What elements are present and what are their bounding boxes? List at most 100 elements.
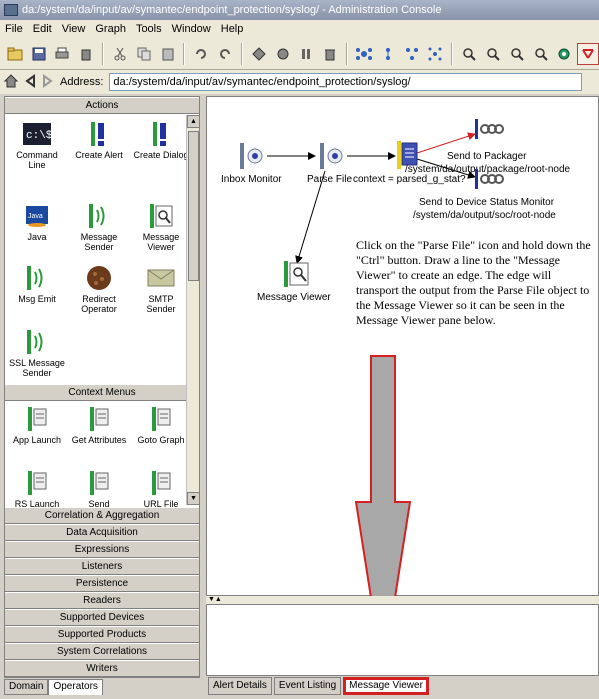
menu-file[interactable]: File <box>0 23 28 35</box>
category-persistence[interactable]: Persistence <box>5 575 199 592</box>
delete-icon[interactable] <box>75 43 97 65</box>
copy-icon[interactable] <box>133 43 155 65</box>
inbox-monitor-icon <box>240 143 263 169</box>
node-parse-file[interactable] <box>319 143 345 172</box>
menu-tools[interactable]: Tools <box>131 23 167 35</box>
node-send-to-device-label: Send to Device Status Monitor <box>419 197 555 208</box>
scroll-thumb[interactable] <box>188 131 199 281</box>
window-title: da:/system/da/input/av/symantec/endpoint… <box>22 4 442 16</box>
palette-item-create-alert[interactable]: Create Alert <box>71 120 127 160</box>
palette-item-label: SMTP Sender <box>146 294 176 314</box>
camera-icon[interactable] <box>553 43 575 65</box>
palette-item-smtp-sender[interactable]: SMTP Sender <box>133 264 189 314</box>
app-launch-icon <box>23 405 51 433</box>
message-viewer-icon <box>147 202 175 230</box>
menu-bar: File Edit View Graph Tools Window Help <box>0 20 599 38</box>
sender-chain-icon <box>475 169 504 189</box>
back-icon[interactable] <box>24 73 36 91</box>
tab-event-listing[interactable]: Event Listing <box>273 677 342 695</box>
rs-launch-icon <box>23 469 51 497</box>
graph-icon[interactable] <box>401 43 423 65</box>
zoom-reset-icon[interactable] <box>530 43 552 65</box>
network-icon[interactable] <box>353 43 375 65</box>
zoom-in-icon[interactable] <box>458 43 480 65</box>
node-send-to-device-status-monitor[interactable] <box>475 169 505 192</box>
print-icon[interactable] <box>52 43 74 65</box>
toolbar-separator <box>241 42 244 65</box>
node-message-viewer-label: Message Viewer <box>257 292 331 303</box>
palette-item-msg-emit[interactable]: Msg Emit <box>9 264 65 304</box>
save-icon[interactable] <box>28 43 50 65</box>
category-supported-products[interactable]: Supported Products <box>5 626 199 643</box>
palette-scrollbar[interactable]: ▲ ▼ <box>186 115 200 505</box>
scroll-up-icon[interactable]: ▲ <box>187 115 200 128</box>
palette-item-ssl-message-sender[interactable]: SSL Message Sender <box>9 328 65 378</box>
category-writers[interactable]: Writers <box>5 660 199 677</box>
forward-icon[interactable] <box>42 73 54 91</box>
refresh-icon[interactable] <box>248 43 270 65</box>
node-message-viewer[interactable] <box>283 261 311 290</box>
tab-domain[interactable]: Domain <box>4 679 49 695</box>
palette-item-goto-graph[interactable]: Goto Graph <box>133 405 189 445</box>
category-listeners[interactable]: Listeners <box>5 558 199 575</box>
palette-item-send[interactable]: Send <box>71 469 127 509</box>
cut-icon[interactable] <box>109 43 131 65</box>
palette-item-command-line[interactable]: c:\$_ Command Line <box>9 120 65 170</box>
palette-item-message-viewer[interactable]: Message Viewer <box>133 202 189 252</box>
tab-message-viewer[interactable]: Message Viewer <box>343 677 429 695</box>
category-readers[interactable]: Readers <box>5 592 199 609</box>
category-supported-devices[interactable]: Supported Devices <box>5 609 199 626</box>
scroll-down-icon[interactable]: ▼ <box>187 492 200 505</box>
tab-operators[interactable]: Operators <box>48 679 103 695</box>
undo-icon[interactable] <box>190 43 212 65</box>
edge-tool-icon[interactable] <box>577 42 599 65</box>
category-data-acquisition[interactable]: Data Acquisition <box>5 524 199 541</box>
palette-item-label: Message Sender <box>80 232 118 252</box>
get-attributes-icon <box>85 405 113 433</box>
palette-item-java[interactable]: Java Java <box>9 202 65 242</box>
context-menus-header[interactable]: Context Menus <box>5 384 199 401</box>
palette-item-url-file[interactable]: URL File <box>133 469 189 509</box>
palette-item-rs-launch[interactable]: RS Launch <box>9 469 65 509</box>
node-send-to-packager[interactable] <box>475 119 505 142</box>
palette-item-redirect-operator[interactable]: Redirect Operator <box>71 264 127 314</box>
redo-icon[interactable] <box>214 43 236 65</box>
paste-icon[interactable] <box>157 43 179 65</box>
palette-item-app-launch[interactable]: App Launch <box>9 405 65 445</box>
menu-edit[interactable]: Edit <box>28 23 57 35</box>
address-input[interactable] <box>109 73 583 91</box>
link-icon[interactable] <box>377 43 399 65</box>
zoom-out-icon[interactable] <box>482 43 504 65</box>
toolbar-separator <box>346 42 349 65</box>
menu-view[interactable]: View <box>57 23 91 35</box>
menu-help[interactable]: Help <box>216 23 249 35</box>
palette-item-message-sender[interactable]: Message Sender <box>71 202 127 252</box>
category-list: Correlation & Aggregation Data Acquisiti… <box>5 507 199 677</box>
home-icon[interactable] <box>3 73 19 91</box>
category-expressions[interactable]: Expressions <box>5 541 199 558</box>
palette-item-create-dialog[interactable]: Create Dialog <box>133 120 189 160</box>
left-panel-tabs: Domain Operators <box>4 679 103 695</box>
trash-icon[interactable] <box>319 43 341 65</box>
bottom-tabs: Alert Details Event Listing Message View… <box>208 677 429 695</box>
stop-icon[interactable] <box>272 43 294 65</box>
context-menus-palette: App Launch Get Attributes Goto Graph RS … <box>5 401 199 521</box>
pause-icon[interactable] <box>296 43 318 65</box>
zoom-fit-icon[interactable] <box>506 43 528 65</box>
menu-graph[interactable]: Graph <box>90 23 131 35</box>
palette-item-label: Message Viewer <box>142 232 180 252</box>
message-viewer-icon <box>284 261 309 287</box>
category-system-correlations[interactable]: System Correlations <box>5 643 199 660</box>
category-correlation-aggregation[interactable]: Correlation & Aggregation <box>5 507 199 524</box>
open-folder-icon[interactable] <box>4 43 26 65</box>
tab-alert-details[interactable]: Alert Details <box>208 677 272 695</box>
toolbar <box>0 38 599 70</box>
menu-window[interactable]: Window <box>167 23 216 35</box>
cluster-icon[interactable] <box>425 43 447 65</box>
pane-splitter[interactable]: ▼▲ <box>206 596 599 604</box>
java-icon: Java <box>23 202 51 230</box>
actions-header[interactable]: Actions <box>5 97 199 114</box>
palette-item-label: App Launch <box>12 435 62 445</box>
palette-item-get-attributes[interactable]: Get Attributes <box>71 405 127 445</box>
node-inbox-monitor[interactable] <box>239 143 265 172</box>
